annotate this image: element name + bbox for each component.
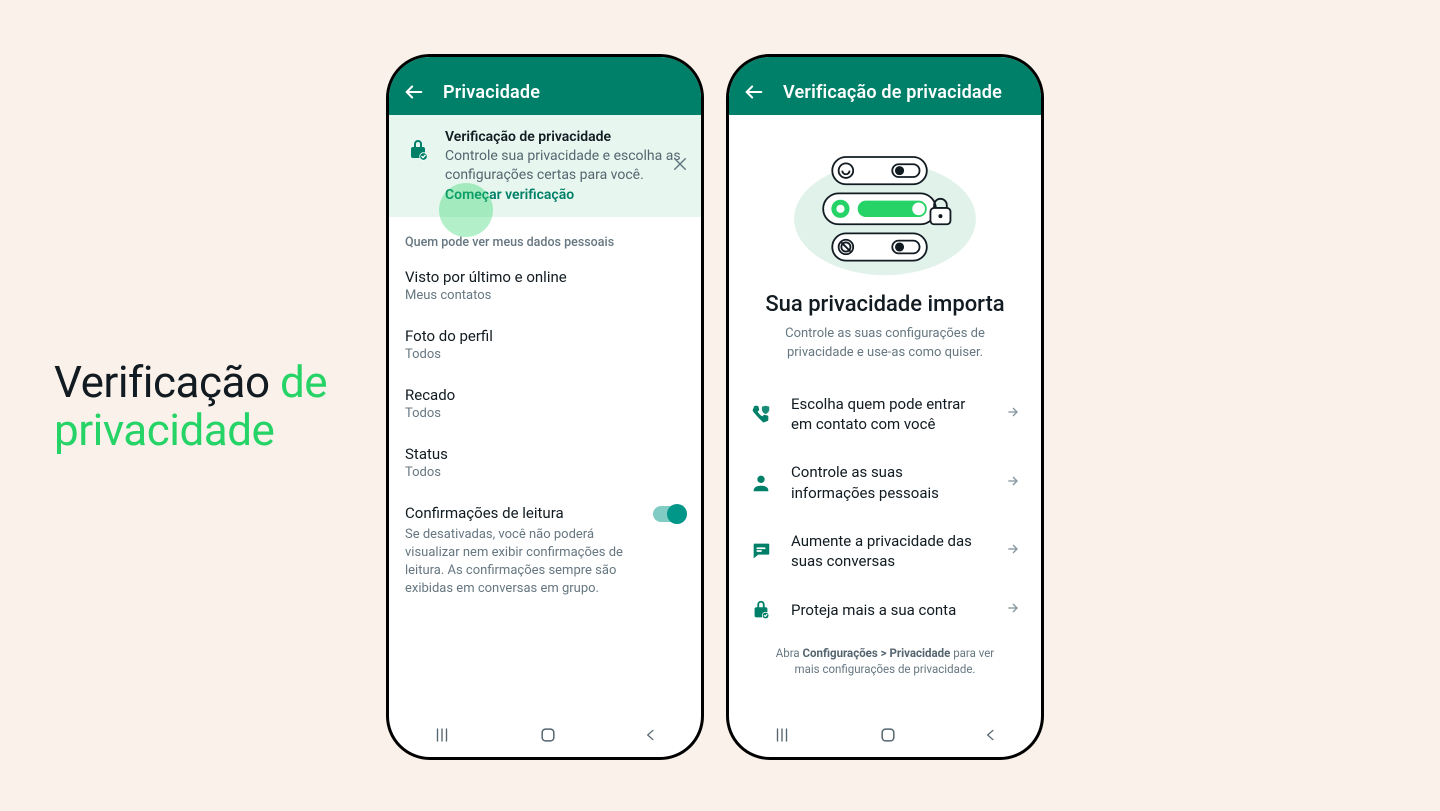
row-profile-photo[interactable]: Foto do perfil Todos [389,315,701,374]
row-about[interactable]: Recado Todos [389,374,701,433]
lock-check-icon [749,599,773,621]
appbar-title: Verificação de privacidade [783,82,1002,103]
person-icon [749,472,773,494]
row-read-receipts[interactable]: Confirmações de leitura Se desativadas, … [389,492,701,611]
option-chat-privacy[interactable]: Aumente a privacidade das suas conversas [749,517,1021,586]
banner-description: Controle sua privacidade e escolha as co… [445,147,689,185]
home-icon[interactable] [538,725,558,745]
appbar-title: Privacidade [443,82,540,103]
privacy-checkup-banner[interactable]: Verificação de privacidade Controle sua … [389,115,701,217]
checkup-subtitle: Controle as suas configurações de privac… [755,325,1015,361]
privacy-illustration [785,137,985,282]
app-bar: Privacidade [389,57,701,115]
option-protect-account[interactable]: Proteja mais a sua conta [749,585,1021,635]
close-icon[interactable] [671,155,689,177]
back-arrow-icon[interactable] [403,81,425,103]
banner-title: Verificação de privacidade [445,129,689,145]
phone-privacy-checkup: Verificação de privacidade [726,54,1044,760]
call-shield-icon [749,403,773,425]
android-nav-bar [729,713,1041,757]
lock-check-icon [403,135,433,165]
recents-icon[interactable] [431,726,453,744]
option-contact[interactable]: Escolha quem pode entrar em contato com … [749,380,1021,449]
section-header-personal: Quem pode ver meus dados pessoais [389,217,701,256]
back-icon[interactable] [643,726,659,744]
phone-privacy-settings: Privacidade Verificação de privacidade C… [386,54,704,760]
chevron-right-icon [1005,541,1021,561]
row-last-seen[interactable]: Visto por último e online Meus contatos [389,256,701,315]
chevron-right-icon [1005,473,1021,493]
checkup-heading: Sua privacidade importa [749,292,1021,317]
app-bar: Verificação de privacidade [729,57,1041,115]
back-arrow-icon[interactable] [743,81,765,103]
chevron-right-icon [1005,600,1021,620]
chat-icon [749,540,773,562]
read-receipts-toggle[interactable] [653,506,683,522]
android-nav-bar [389,713,701,757]
start-checkup-link[interactable]: Começar verificação [445,187,574,203]
hero-title: Verificação de privacidade [54,358,327,455]
row-status[interactable]: Status Todos [389,433,701,492]
recents-icon[interactable] [771,726,793,744]
footer-hint: Abra Configurações > Privacidade para ve… [749,635,1021,677]
back-icon[interactable] [983,726,999,744]
home-icon[interactable] [878,725,898,745]
chevron-right-icon [1005,404,1021,424]
option-personal-info[interactable]: Controle as suas informações pessoais [749,448,1021,517]
